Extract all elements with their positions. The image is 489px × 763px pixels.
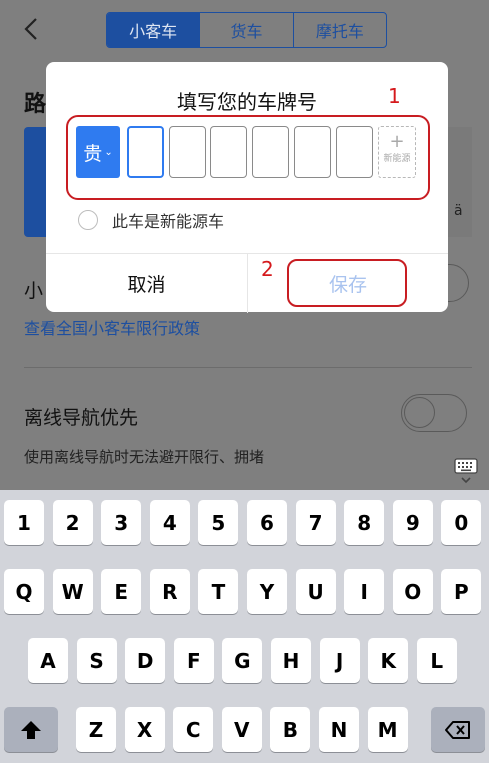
plate-dialog: 填写您的车牌号 1 贵 ⌄ + 新能源 此车是新能源车 取消 保存 2 xyxy=(46,62,448,313)
key-e[interactable]: E xyxy=(101,569,142,614)
vehicle-type-tabs: 小客车 货车 摩托车 xyxy=(106,12,387,48)
small-car-restriction-label: 小 xyxy=(24,280,44,302)
tab-truck[interactable]: 货车 xyxy=(200,13,294,47)
key-8[interactable]: 8 xyxy=(344,500,385,545)
key-z[interactable]: Z xyxy=(76,707,116,752)
route-card-left[interactable] xyxy=(24,127,48,237)
offline-nav-desc: 使用离线导航时无法避开限行、拥堵 xyxy=(24,448,265,466)
section-title: 路 xyxy=(24,92,47,117)
route-card-right-label: ä xyxy=(454,203,463,219)
route-card-right[interactable]: ä xyxy=(448,127,472,237)
key-j[interactable]: J xyxy=(319,638,360,683)
key-1[interactable]: 1 xyxy=(4,500,44,545)
key-r[interactable]: R xyxy=(149,569,190,614)
key-5[interactable]: 5 xyxy=(198,500,239,545)
key-u[interactable]: U xyxy=(295,569,336,614)
backspace-key[interactable] xyxy=(431,707,485,752)
key-f[interactable]: F xyxy=(173,638,214,683)
policy-link[interactable]: 查看全国小客车限行政策 xyxy=(24,315,200,339)
key-o[interactable]: O xyxy=(392,569,433,614)
key-c[interactable]: C xyxy=(173,707,214,752)
key-2[interactable]: 2 xyxy=(52,500,93,545)
tab-car[interactable]: 小客车 xyxy=(107,13,201,47)
key-3[interactable]: 3 xyxy=(101,500,142,545)
key-d[interactable]: D xyxy=(125,638,166,683)
offline-nav-toggle[interactable] xyxy=(401,394,467,432)
key-w[interactable]: W xyxy=(52,569,93,614)
backspace-icon xyxy=(445,720,470,739)
key-0[interactable]: 0 xyxy=(441,500,482,545)
annotation-1: 1 xyxy=(388,84,401,108)
key-k[interactable]: K xyxy=(368,638,409,683)
plate-highlight-box xyxy=(66,115,430,200)
key-l[interactable]: L xyxy=(416,638,457,683)
shift-icon xyxy=(21,720,41,739)
key-t[interactable]: T xyxy=(198,569,239,614)
back-arrow-icon[interactable] xyxy=(20,14,44,44)
key-y[interactable]: Y xyxy=(247,569,287,614)
divider xyxy=(24,367,472,368)
key-9[interactable]: 9 xyxy=(392,500,433,545)
key-4[interactable]: 4 xyxy=(149,500,190,545)
key-g[interactable]: G xyxy=(222,638,263,683)
cancel-button[interactable]: 取消 xyxy=(46,254,247,313)
shift-key[interactable] xyxy=(4,707,58,752)
new-energy-checkbox-label: 此车是新能源车 xyxy=(112,212,225,231)
annotation-2: 2 xyxy=(261,257,274,281)
key-p[interactable]: P xyxy=(441,569,482,614)
radio-icon[interactable] xyxy=(78,210,98,230)
key-m[interactable]: M xyxy=(367,707,408,752)
save-highlight-box xyxy=(287,259,407,307)
key-x[interactable]: X xyxy=(124,707,165,752)
key-n[interactable]: N xyxy=(319,707,359,752)
key-s[interactable]: S xyxy=(76,638,117,683)
key-b[interactable]: B xyxy=(270,707,311,752)
top-bar: 小客车 货车 摩托车 xyxy=(0,0,489,60)
new-energy-checkbox[interactable]: 此车是新能源车 xyxy=(78,208,224,232)
key-i[interactable]: I xyxy=(344,569,385,614)
offline-nav-title: 离线导航优先 xyxy=(24,407,139,429)
key-7[interactable]: 7 xyxy=(295,500,336,545)
keyboard-dismiss-icon[interactable] xyxy=(453,456,479,488)
tab-motorcycle[interactable]: 摩托车 xyxy=(294,13,386,47)
key-a[interactable]: A xyxy=(28,638,68,683)
keyboard: 1234567890 QWERTYUIOP ASDFGHJKL ZXCVBNM xyxy=(0,490,489,763)
key-6[interactable]: 6 xyxy=(247,500,287,545)
key-q[interactable]: Q xyxy=(4,569,44,614)
key-v[interactable]: V xyxy=(221,707,262,752)
key-h[interactable]: H xyxy=(271,638,311,683)
